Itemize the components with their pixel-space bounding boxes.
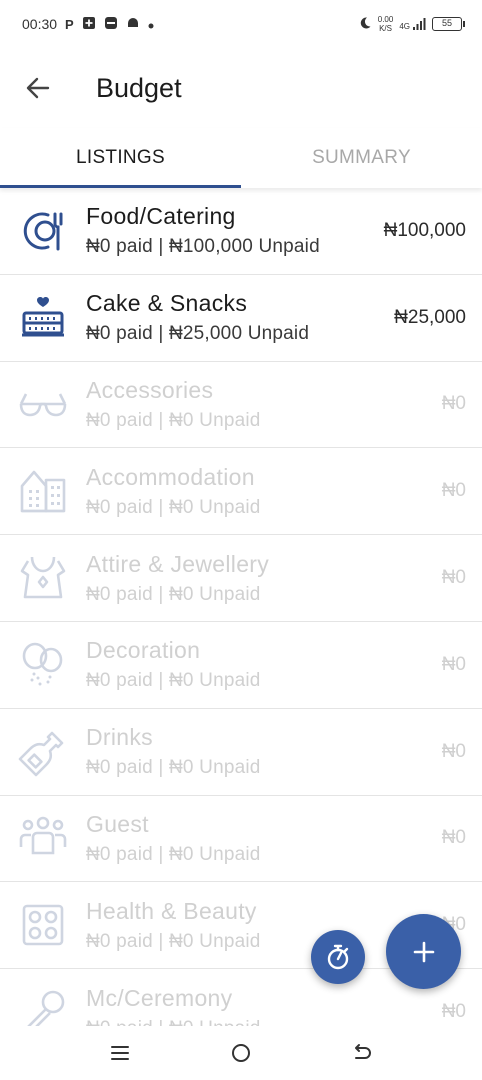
arrow-left-icon bbox=[26, 77, 50, 99]
item-amount: ₦0 bbox=[441, 740, 466, 762]
item-amount: ₦100,000 bbox=[383, 219, 466, 241]
back-return-icon bbox=[354, 1044, 371, 1059]
item-name: Accessories bbox=[86, 376, 214, 403]
item-name: Cake & Snacks bbox=[86, 290, 248, 317]
status-bar: 00:30 P 0.00 K/S 4G 55 bbox=[0, 0, 482, 48]
item-name: Attire & Jewellery bbox=[86, 550, 270, 577]
message-icon bbox=[104, 16, 118, 33]
item-paid-summary: ₦0 paid | ₦0 Unpaid bbox=[86, 409, 261, 431]
item-paid-summary: ₦0 paid | ₦0 Unpaid bbox=[86, 496, 261, 518]
guests-icon bbox=[0, 795, 86, 881]
microphone-icon bbox=[0, 969, 86, 1026]
list-item-accessories[interactable]: Accessories ₦0 paid | ₦0 Unpaid ₦0 bbox=[0, 362, 482, 449]
status-time: 00:30 bbox=[22, 16, 58, 32]
bottle-icon bbox=[0, 709, 86, 795]
item-name: Accommodation bbox=[86, 463, 255, 490]
system-nav-bar bbox=[0, 1026, 482, 1080]
page-title: Budget bbox=[96, 72, 182, 103]
item-name: Mc/Ceremony bbox=[86, 984, 233, 1011]
item-amount: ₦0 bbox=[441, 653, 466, 675]
item-paid-summary: ₦0 paid | ₦0 Unpaid bbox=[86, 670, 261, 692]
item-name: Guest bbox=[86, 810, 149, 837]
stopwatch-icon bbox=[327, 944, 349, 970]
item-paid-summary: ₦0 paid | ₦25,000 Unpaid bbox=[86, 323, 310, 345]
battery-icon: 55 bbox=[432, 17, 465, 31]
item-amount: ₦0 bbox=[441, 393, 466, 415]
item-amount: ₦0 bbox=[441, 827, 466, 849]
status-right: 0.00 K/S 4G 55 bbox=[358, 15, 465, 33]
moon-icon bbox=[358, 16, 372, 33]
item-name: Health & Beauty bbox=[86, 897, 257, 924]
item-name: Decoration bbox=[86, 637, 201, 664]
net-speed-value: 0.00 bbox=[377, 15, 394, 24]
list-item-attire-jewellery[interactable]: Attire & Jewellery ₦0 paid | ₦0 Unpaid ₦… bbox=[0, 535, 482, 622]
item-paid-summary: ₦0 paid | ₦0 Unpaid bbox=[86, 843, 261, 865]
tab-listings[interactable]: LISTINGS bbox=[0, 128, 241, 188]
nav-back-button[interactable] bbox=[342, 1033, 382, 1073]
plus-icon bbox=[413, 941, 434, 962]
building-icon bbox=[0, 448, 86, 534]
menu-icon bbox=[111, 1046, 130, 1060]
item-paid-summary: ₦0 paid | ₦0 Unpaid bbox=[86, 1018, 442, 1026]
budget-list: Food/Catering ₦0 paid | ₦100,000 Unpaid … bbox=[0, 188, 482, 1026]
cake-icon bbox=[0, 275, 86, 361]
list-item-cake-snacks[interactable]: Cake & Snacks ₦0 paid | ₦25,000 Unpaid ₦… bbox=[0, 275, 482, 362]
back-button[interactable] bbox=[18, 68, 58, 108]
tab-bar: LISTINGS SUMMARY bbox=[0, 128, 482, 188]
item-paid-summary: ₦0 paid | ₦0 Unpaid bbox=[86, 583, 261, 605]
signal-icon bbox=[413, 18, 426, 30]
android-icon bbox=[126, 16, 140, 33]
app-bar: Budget bbox=[0, 52, 482, 124]
item-amount: ₦0 bbox=[441, 1001, 466, 1023]
item-amount: ₦0 bbox=[441, 567, 466, 589]
tab-summary[interactable]: SUMMARY bbox=[241, 128, 482, 188]
net-speed: 0.00 K/S bbox=[378, 15, 394, 33]
glasses-icon bbox=[0, 362, 86, 448]
item-amount: ₦0 bbox=[441, 480, 466, 502]
dot-icon bbox=[148, 17, 154, 32]
list-item-guest[interactable]: Guest ₦0 paid | ₦0 Unpaid ₦0 bbox=[0, 796, 482, 883]
network-type: 4G bbox=[399, 22, 410, 31]
item-amount: ₦25,000 bbox=[394, 306, 466, 328]
plus-box-icon bbox=[82, 16, 96, 33]
net-speed-unit: K/S bbox=[379, 24, 392, 33]
list-item-drinks[interactable]: Drinks ₦0 paid | ₦0 Unpaid ₦0 bbox=[0, 709, 482, 796]
status-left: 00:30 P bbox=[22, 16, 154, 33]
list-item-food-catering[interactable]: Food/Catering ₦0 paid | ₦100,000 Unpaid … bbox=[0, 188, 482, 275]
item-name: Drinks bbox=[86, 724, 153, 751]
add-item-button[interactable] bbox=[386, 914, 461, 989]
signal-indicator: 4G bbox=[399, 17, 426, 31]
item-name: Food/Catering bbox=[86, 203, 236, 230]
item-paid-summary: ₦0 paid | ₦0 Unpaid bbox=[86, 757, 261, 779]
balloons-icon bbox=[0, 622, 86, 708]
beauty-icon bbox=[0, 882, 86, 968]
list-item-accommodation[interactable]: Accommodation ₦0 paid | ₦0 Unpaid ₦0 bbox=[0, 448, 482, 536]
nav-menu-button[interactable] bbox=[100, 1033, 140, 1073]
item-paid-summary: ₦0 paid | ₦100,000 Unpaid bbox=[86, 236, 320, 258]
food-catering-icon bbox=[0, 188, 86, 274]
nav-home-button[interactable] bbox=[221, 1033, 261, 1073]
timer-button[interactable] bbox=[311, 930, 365, 984]
p-icon: P bbox=[65, 16, 74, 32]
necklace-icon bbox=[0, 535, 86, 621]
list-item-decoration[interactable]: Decoration ₦0 paid | ₦0 Unpaid ₦0 bbox=[0, 622, 482, 709]
home-circle-icon bbox=[231, 1044, 250, 1062]
